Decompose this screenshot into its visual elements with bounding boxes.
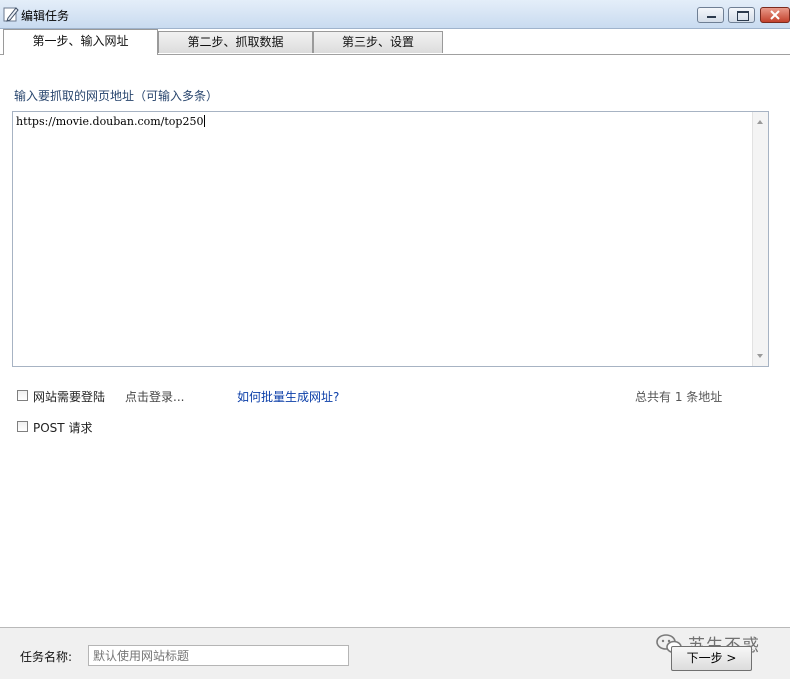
close-button[interactable] [760, 7, 790, 23]
next-step-button[interactable]: 下一步 > [671, 646, 752, 671]
minimize-button[interactable] [697, 7, 724, 23]
url-textarea-scrollbar[interactable] [752, 112, 768, 366]
tab-step2-scrape-data[interactable]: 第二步、抓取数据 [158, 31, 313, 53]
url-textarea[interactable]: https://movie.douban.com/top250 [12, 111, 769, 367]
maximize-button[interactable] [728, 7, 755, 23]
maximize-icon [737, 11, 749, 21]
scroll-down-icon[interactable] [757, 354, 763, 358]
batch-url-help-link[interactable]: 如何批量生成网址? [237, 388, 339, 405]
task-name-input[interactable] [88, 645, 349, 666]
tab-step3-settings[interactable]: 第三步、设置 [313, 31, 443, 53]
task-name-label: 任务名称: [20, 650, 73, 664]
url-input-label: 输入要抓取的网页地址（可输入多条） [14, 89, 219, 103]
post-request-checkbox[interactable] [17, 421, 28, 432]
tab-strip: 第一步、输入网址 第二步、抓取数据 第三步、设置 [0, 29, 790, 55]
url-count-text: 总共有 1 条地址 [635, 390, 723, 404]
minimize-icon [707, 16, 716, 18]
login-link[interactable]: 点击登录... [125, 388, 184, 405]
title-bar: 编辑任务 [0, 0, 790, 29]
edit-pencil-icon [3, 7, 19, 22]
tab-step1-input-url[interactable]: 第一步、输入网址 [3, 29, 158, 55]
window-title: 编辑任务 [21, 9, 70, 23]
login-required-checkbox[interactable] [17, 390, 28, 401]
url-value: https://movie.douban.com/top250 [16, 115, 204, 128]
scroll-up-icon[interactable] [757, 120, 763, 124]
close-icon [770, 10, 780, 20]
text-caret [204, 115, 206, 127]
login-required-label: 网站需要登陆 [33, 390, 106, 404]
post-request-label: POST 请求 [33, 421, 93, 435]
